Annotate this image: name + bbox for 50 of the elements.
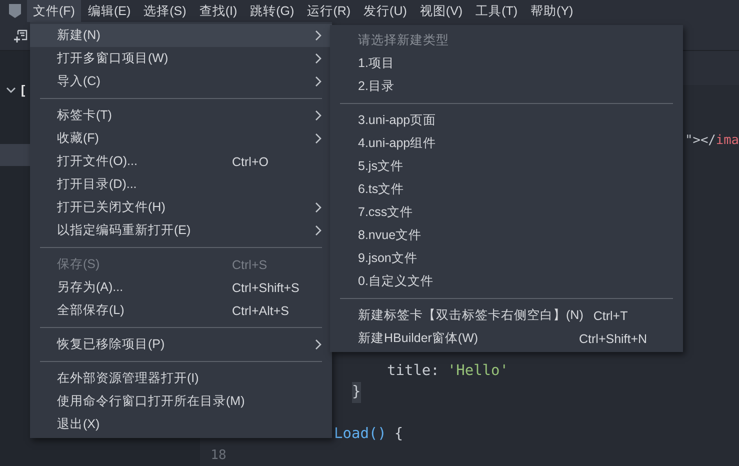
menu-item[interactable]: 2.目录 <box>330 75 683 98</box>
menu-item[interactable]: 9.json文件 <box>330 247 683 270</box>
menu-item[interactable]: 4.uni-app组件 <box>330 132 683 155</box>
menu-bar-item[interactable]: 文件(F) <box>27 0 81 22</box>
menu-item[interactable]: 打开多窗口项目(W) <box>30 47 332 70</box>
menu-item[interactable]: 1.项目 <box>330 52 683 75</box>
chevron-down-icon[interactable] <box>6 86 16 94</box>
submenu-header: 请选择新建类型 <box>358 32 450 49</box>
menu-bar-item[interactable]: 选择(S) <box>138 0 192 22</box>
code-token: { <box>394 425 404 444</box>
menu-item[interactable]: 以指定编码重新打开(E) <box>30 219 332 242</box>
menu-item[interactable]: 0.自定义文件 <box>330 270 683 293</box>
menu-item[interactable]: 打开已关闭文件(H) <box>30 196 332 219</box>
code-token: Load() <box>334 425 386 444</box>
tree-item-label[interactable]: [ <box>21 83 26 97</box>
menu-item[interactable]: 使用命令行窗口打开所在目录(M) <box>30 390 332 413</box>
menu-bar-item[interactable]: 帮助(Y) <box>524 0 580 22</box>
menu-item[interactable]: 导入(C) <box>30 70 332 93</box>
app-logo-icon <box>8 3 22 19</box>
code-token: "></ <box>685 132 716 150</box>
menu-bar-item[interactable]: 视图(V) <box>414 0 469 22</box>
menu-item[interactable]: 7.css文件 <box>330 201 683 224</box>
menu-bar-item[interactable]: 查找(I) <box>193 0 244 22</box>
menu-bar-item[interactable]: 工具(T) <box>470 0 524 22</box>
code-token: } <box>352 382 361 403</box>
menu-item[interactable]: 退出(X) <box>30 413 332 436</box>
code-token: title: <box>387 362 440 381</box>
code-token: 'Hello' <box>447 362 508 381</box>
code-token: ima <box>716 132 739 150</box>
menu-item[interactable]: 新建HBuilder窗体(W) Ctrl+Shift+N <box>330 327 683 350</box>
menu-item[interactable]: 新建(N) <box>30 24 332 47</box>
menu-item[interactable]: 收藏(F) <box>30 127 332 150</box>
menu-item[interactable]: 5.js文件 <box>330 155 683 178</box>
menu-item[interactable]: 另存为(A)... Ctrl+Shift+S <box>30 276 332 299</box>
menu-bar-item[interactable]: 跳转(G) <box>244 0 300 22</box>
menu-item[interactable]: 全部保存(L) Ctrl+Alt+S <box>30 299 332 322</box>
menu-item[interactable]: 新建标签卡【双击标签卡右侧空白】(N) Ctrl+T <box>330 304 683 327</box>
menu-bar-item[interactable]: 编辑(E) <box>82 0 137 22</box>
menu-item[interactable]: 打开目录(D)... <box>30 173 332 196</box>
menu-item[interactable]: 在外部资源管理器打开(I) <box>30 367 332 390</box>
line-number: 18 <box>210 448 226 463</box>
menu-item[interactable]: 8.nvue文件 <box>330 224 683 247</box>
menu-item[interactable]: 打开文件(O)... Ctrl+O <box>30 150 332 173</box>
menu-item[interactable]: 3.uni-app页面 <box>330 109 683 132</box>
menu-item[interactable]: 标签卡(T) <box>30 104 332 127</box>
menu-bar-item[interactable]: 发行(U) <box>358 0 413 22</box>
menu-item[interactable]: 6.ts文件 <box>330 178 683 201</box>
menu-bar-item[interactable]: 运行(R) <box>301 0 357 22</box>
new-file-icon[interactable] <box>13 28 28 44</box>
menu-item[interactable]: 恢复已移除项目(P) <box>30 333 332 356</box>
